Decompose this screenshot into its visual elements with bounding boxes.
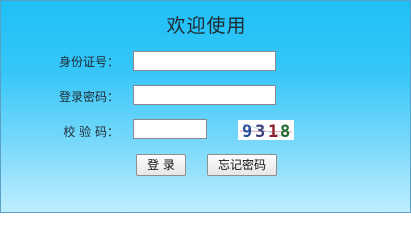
forgot-password-button[interactable]: 忘记密码	[207, 154, 277, 176]
captcha-label: 校 验 码：	[63, 125, 119, 139]
captcha-digit-2: 3	[255, 122, 265, 140]
form-title: 欢迎使用	[166, 15, 247, 37]
captcha-input[interactable]	[133, 119, 207, 139]
password-label: 登录密码：	[58, 90, 119, 104]
captcha-digit-4: 8	[280, 122, 290, 140]
captcha-digit-3: 1	[268, 122, 278, 140]
password-input[interactable]	[133, 85, 276, 105]
captcha-digit-1: 9	[242, 122, 252, 140]
captcha-image-graphic: 9 3 1 8	[238, 120, 294, 142]
id-number-input[interactable]	[133, 51, 276, 71]
id-number-label: 身份证号：	[58, 55, 119, 69]
login-button[interactable]: 登 录	[136, 154, 186, 176]
login-panel: 欢迎使用 身份证号： 登录密码： 校 验 码： 9 3 1 8 登 录 忘记密码	[0, 0, 411, 213]
captcha-image[interactable]: 9 3 1 8	[238, 120, 294, 142]
